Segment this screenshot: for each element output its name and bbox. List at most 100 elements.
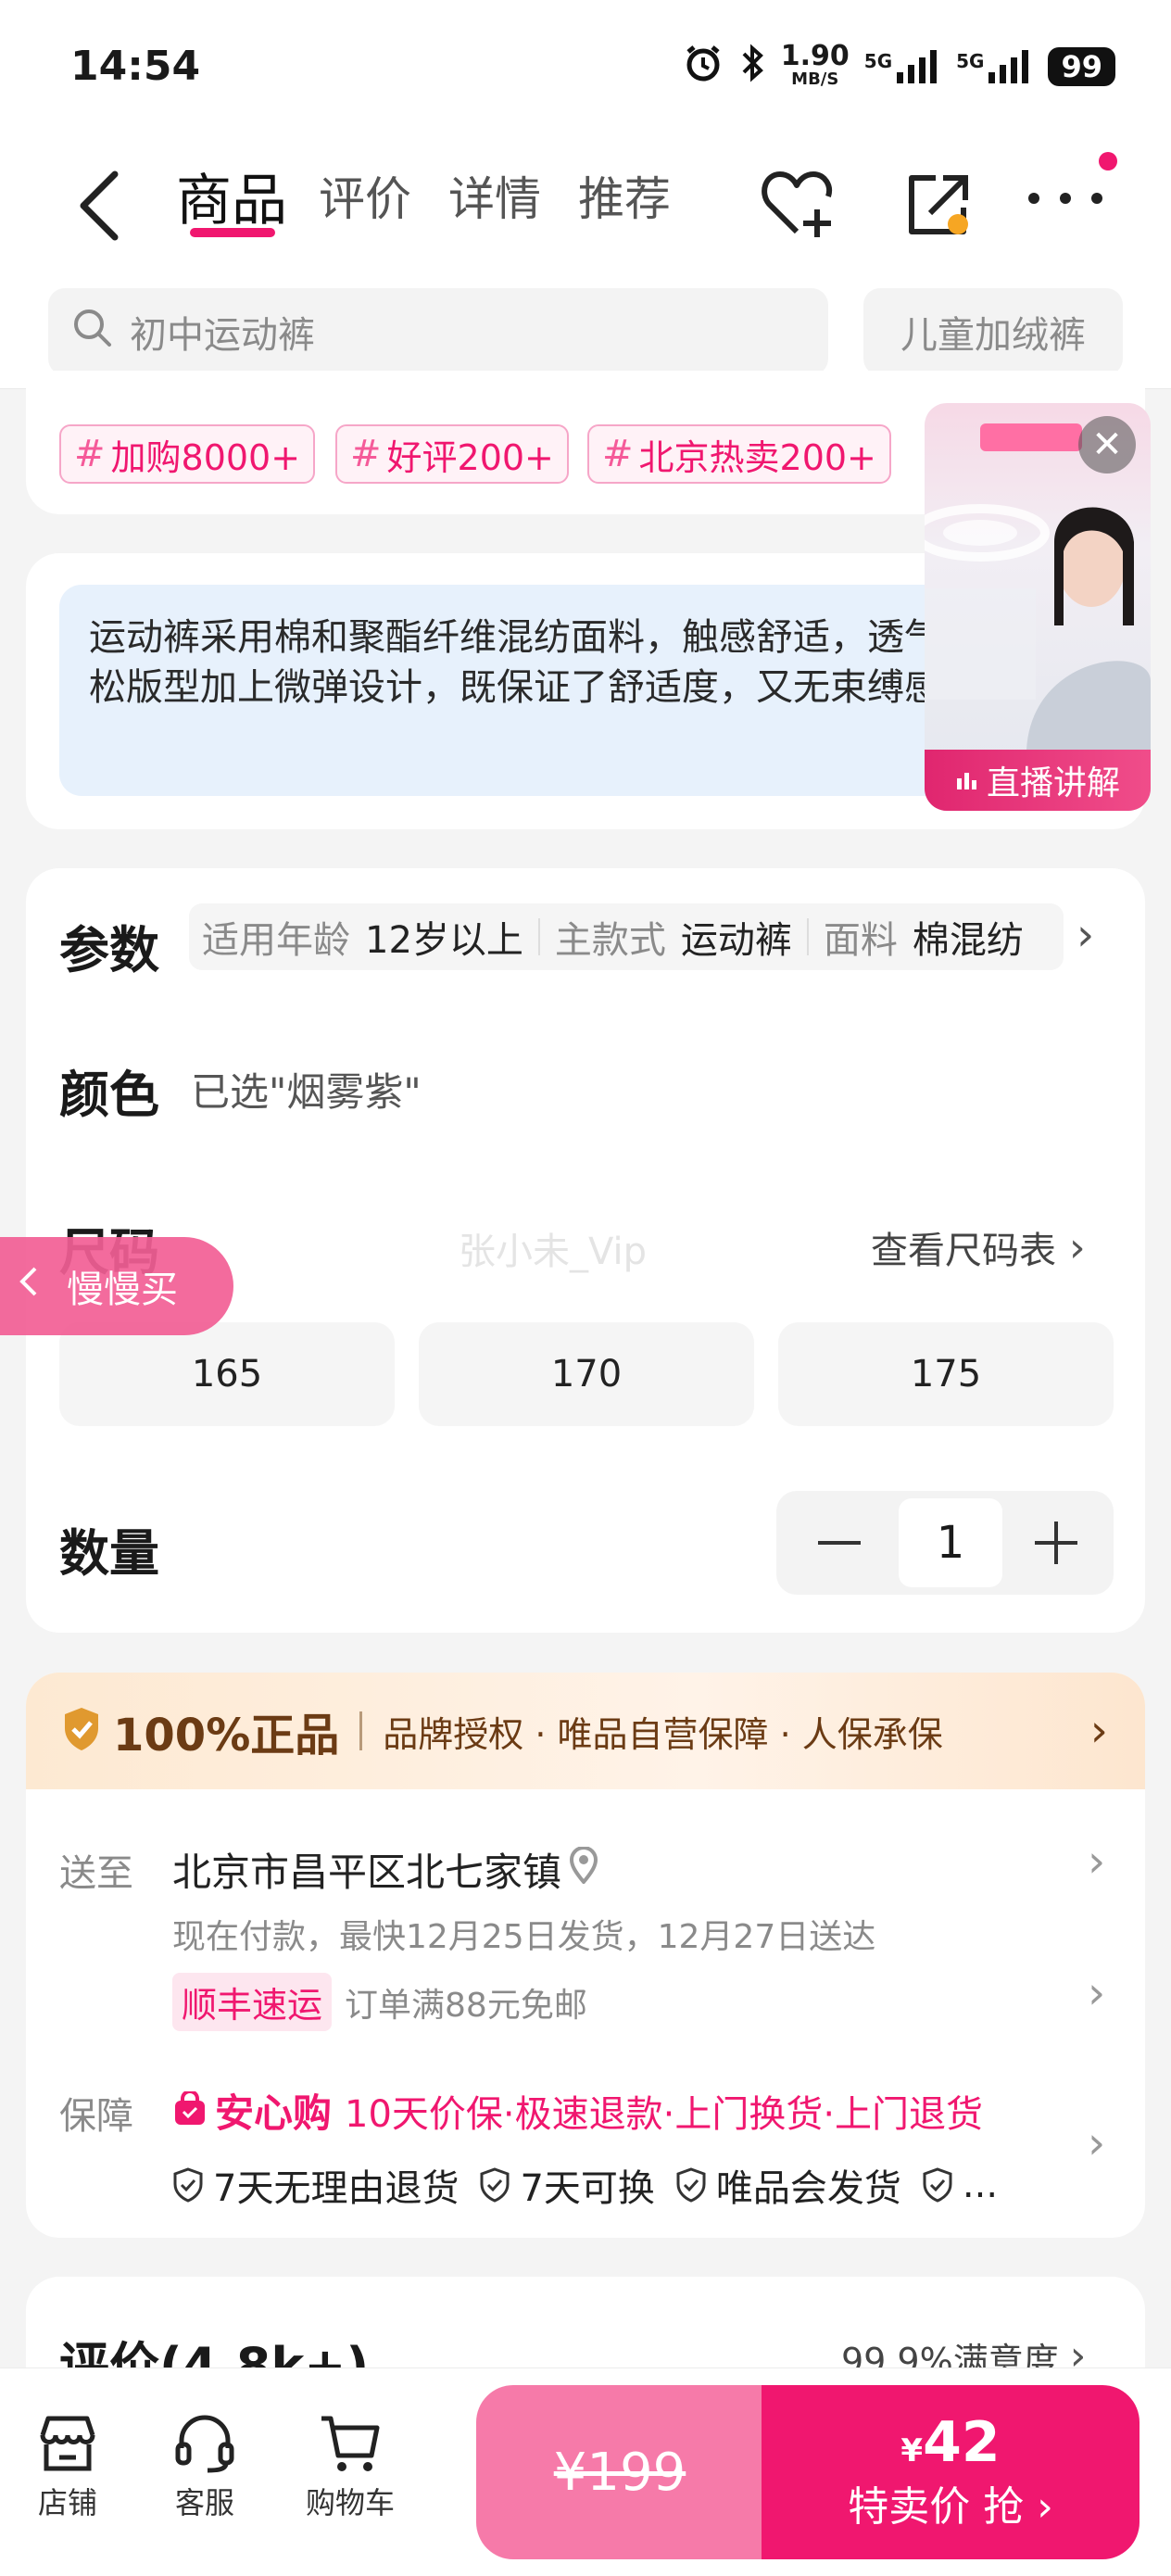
share-icon[interactable] [902, 167, 976, 245]
chevron-right-icon: › [1069, 1223, 1086, 1271]
slow-buy-label: 慢慢买 [67, 1269, 178, 1311]
store-label: 店铺 [37, 2485, 97, 2520]
authentic-banner[interactable]: 100%正品 品牌授权 · 唯品自营保障 · 人保承保 › [26, 1673, 1145, 1789]
favorite-add-icon[interactable] [760, 167, 837, 243]
tag-chip[interactable]: # 好评200+ [335, 424, 569, 484]
delivery-address[interactable]: 北京市昌平区北七家镇 [172, 1841, 598, 1898]
anxin-brand: 安心购 [215, 2090, 333, 2136]
params-label: 参数 [59, 921, 159, 979]
quantity-stepper: 1 [776, 1491, 1114, 1595]
cart-button[interactable]: 购物车 [295, 2413, 406, 2522]
minus-button[interactable] [804, 1508, 875, 1578]
customer-service-button[interactable]: 客服 [154, 2413, 256, 2522]
chevron-left-icon [19, 1265, 39, 1307]
service-text: 唯品会发货 [715, 2167, 901, 2210]
size-option[interactable]: 175 [778, 1322, 1114, 1426]
address-text: 北京市昌平区北七家镇 [172, 1850, 562, 1895]
param-key: 适用年龄 [202, 919, 350, 962]
shipping-info[interactable]: 顺丰速运 订单满88元免邮 [172, 1973, 587, 2031]
signal-5g-icon-2: 5G [956, 50, 1033, 83]
watermark: 张小未_Vip [459, 1231, 647, 1273]
chevron-right-icon[interactable]: › [1088, 2117, 1105, 2169]
shield-check-icon [61, 1706, 102, 1756]
search-input[interactable]: 初中运动裤 [48, 288, 828, 375]
quantity-label: 数量 [59, 1524, 159, 1583]
plus-button[interactable] [1021, 1508, 1091, 1578]
close-icon[interactable]: ✕ [1078, 416, 1136, 474]
color-selected[interactable]: 已选"烟雾紫" [191, 1061, 422, 1118]
live-video-window[interactable]: ✕ 直播讲解 [925, 403, 1151, 811]
search-icon [70, 306, 113, 358]
size-chart-text: 查看尺码表 [871, 1230, 1056, 1272]
notification-dot [1099, 152, 1117, 170]
slow-buy-button[interactable]: 慢慢买 [0, 1237, 233, 1335]
alarm-icon [683, 43, 724, 91]
cart-label: 购物车 [305, 2485, 395, 2520]
color-label: 颜色 [59, 1066, 159, 1124]
tab-product[interactable]: 商品 [176, 156, 287, 236]
battery-indicator: 99 [1048, 47, 1115, 86]
chevron-right-icon[interactable]: › [1088, 1836, 1105, 1888]
original-price-button[interactable]: ¥199 [476, 2385, 763, 2559]
tag-label: 加购8000+ [110, 436, 301, 478]
shield-check-icon [923, 2167, 952, 2203]
bottom-bar: 店铺 客服 购物车 ¥199 ¥42 特卖价 抢 › [0, 2368, 1171, 2576]
tab-active-indicator [190, 228, 275, 237]
service-more: ... [962, 2164, 999, 2206]
tag-chip[interactable]: # 北京热卖200+ [587, 424, 891, 484]
guarantee-card: 100%正品 品牌授权 · 唯品自营保障 · 人保承保 › 送至 北京市昌平区北… [26, 1673, 1145, 2238]
back-button[interactable] [74, 169, 122, 246]
tab-reviews[interactable]: 评价 [319, 162, 411, 229]
signal-5g-icon: 5G [864, 50, 941, 83]
live-label-text: 直播讲解 [986, 764, 1120, 802]
more-icon[interactable] [1026, 189, 1104, 211]
free-shipping-text: 订单满88元免邮 [345, 1986, 587, 2025]
live-label[interactable]: 直播讲解 [925, 750, 1151, 811]
cta-row: 特卖价 抢 › [848, 2481, 1053, 2533]
shield-check-icon [480, 2167, 510, 2203]
param-value: 运动裤 [680, 919, 792, 962]
search-placeholder: 初中运动裤 [130, 314, 315, 357]
sale-price-value: 42 [923, 2409, 1001, 2475]
live-bars-icon [955, 762, 979, 800]
buy-now-button[interactable]: ¥42 特卖价 抢 › [762, 2385, 1140, 2559]
service-text: 7天无理由退货 [213, 2167, 460, 2210]
service-item: 7天无理由退货 [172, 2158, 459, 2212]
param-key: 面料 [823, 919, 898, 962]
params-chevron-icon[interactable]: › [1077, 909, 1094, 961]
service-item: 唯品会发货 [675, 2158, 901, 2212]
chevron-right-icon[interactable]: › [1088, 1967, 1105, 2019]
authentic-title: 100%正品 [113, 1710, 340, 1762]
size-chart-link[interactable]: 查看尺码表 › [871, 1220, 1086, 1274]
quantity-value[interactable]: 1 [899, 1498, 1002, 1587]
guarantee-label: 保障 [59, 2095, 133, 2138]
carrier-badge: 顺丰速运 [172, 1973, 333, 2031]
chevron-right-icon: › [1089, 1705, 1108, 1757]
service-text: 7天可换 [520, 2167, 655, 2210]
anxin-items: 10天价保·极速退款·上门换货·上门退货 [345, 2092, 984, 2136]
store-button[interactable]: 店铺 [17, 2413, 119, 2522]
tab-recommend[interactable]: 推荐 [578, 162, 671, 229]
size-option[interactable]: 170 [419, 1322, 754, 1426]
hot-search-word[interactable]: 儿童加绒裤 [863, 288, 1123, 375]
top-nav: 商品 评价 详情 推荐 [0, 139, 1171, 273]
authentic-subtitle: 品牌授权 · 唯品自营保障 · 人保承保 [383, 1713, 943, 1755]
headset-icon [175, 2415, 234, 2473]
service-item: ... [922, 2164, 998, 2206]
service-item: 7天可换 [479, 2158, 655, 2212]
status-time: 14:54 [70, 43, 201, 90]
size-option[interactable]: 165 [59, 1322, 395, 1426]
delivery-eta: 现在付款，最快12月25日发货，12月27日送达 [172, 1918, 876, 1956]
anxin-row[interactable]: 安心购 10天价保·极速退款·上门换货·上门退货 [172, 2082, 983, 2139]
tag-label: 好评200+ [386, 436, 554, 478]
bluetooth-icon [738, 43, 766, 91]
status-icons: 1.90 MB/S 5G 5G 99 [683, 43, 1115, 91]
location-pin-icon [569, 1845, 598, 1893]
tag-chip[interactable]: # 加购8000+ [59, 424, 316, 484]
shield-check-icon [676, 2167, 706, 2203]
sale-price: ¥42 [900, 2412, 1000, 2481]
param-value: 12岁以上 [365, 919, 523, 962]
params-strip[interactable]: 适用年龄 12岁以上 主款式 运动裤 面料 棉混纺 [189, 903, 1064, 970]
cart-icon [321, 2416, 380, 2471]
tab-details[interactable]: 详情 [448, 162, 541, 229]
